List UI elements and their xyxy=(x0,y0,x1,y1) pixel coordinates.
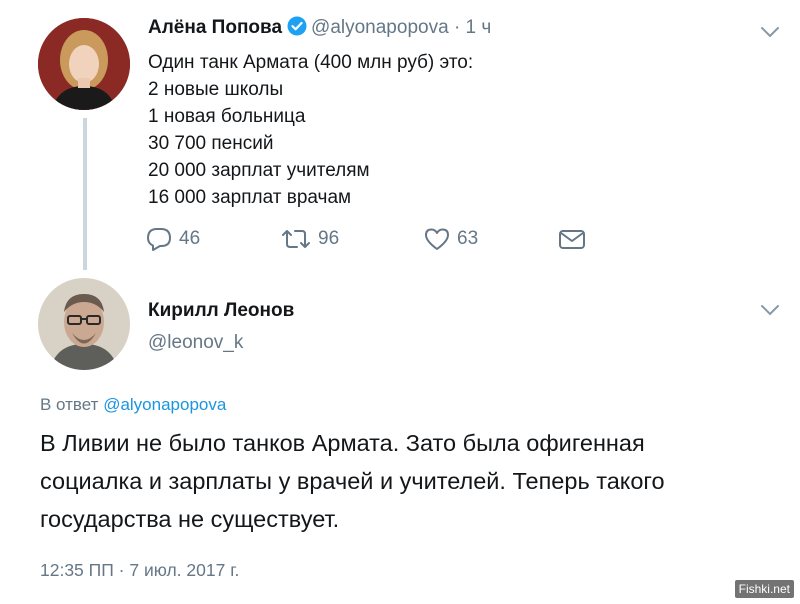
reply-author-name[interactable]: Кирилл Леонов xyxy=(148,300,294,322)
tweet-time[interactable]: · 1 ч xyxy=(454,17,491,38)
tweet-text: Один танк Армата (400 млн руб) это: 2 но… xyxy=(148,49,473,211)
avatar-image xyxy=(38,278,130,370)
reply-line: социалка и зарплаты у врачей и учителей.… xyxy=(40,468,665,494)
reply-icon xyxy=(147,228,171,251)
reply-to-link[interactable]: @alyonapopova xyxy=(103,395,226,414)
retweet-count: 96 xyxy=(318,228,340,249)
reply-author-avatar[interactable] xyxy=(38,278,130,370)
author-name[interactable]: Алёна Попова xyxy=(148,17,282,38)
chevron-down-icon[interactable] xyxy=(758,298,782,322)
reply-count: 46 xyxy=(179,228,201,249)
author-handle[interactable]: @alyonapopova xyxy=(311,17,449,38)
reply-author-handle[interactable]: @leonov_k xyxy=(148,332,294,354)
reply-timestamp[interactable]: 12:35 ПП · 7 июл. 2017 г. xyxy=(40,560,239,581)
author-avatar[interactable] xyxy=(38,18,130,110)
reply-context: В ответ @alyonapopova xyxy=(40,395,226,415)
avatar-image xyxy=(38,18,130,110)
thread-line xyxy=(83,118,87,270)
retweet-icon xyxy=(282,230,310,248)
like-count: 63 xyxy=(457,228,479,249)
dm-icon xyxy=(559,230,585,249)
like-icon xyxy=(425,228,449,250)
chevron-down-icon[interactable] xyxy=(758,20,782,44)
tweet-header: Алёна Попова @alyonapopova · 1 ч xyxy=(148,16,491,42)
reply-text: В Ливии не было танков Армата. Зато была… xyxy=(40,424,780,538)
original-tweet: Алёна Попова @alyonapopova · 1 ч Один тан… xyxy=(0,0,800,285)
reply-prefix: В ответ xyxy=(40,395,99,414)
tweet-actions: 46 96 63 xyxy=(145,225,605,253)
reply-header: Кирилл Леонов @leonov_k xyxy=(148,300,294,354)
like-button[interactable]: 63 xyxy=(423,225,478,253)
verified-icon xyxy=(287,16,307,42)
tweet-line: Один танк Армата (400 млн руб) это: xyxy=(148,52,474,73)
watermark: Fishki.net xyxy=(734,580,794,598)
tweet-line: 20 000 зарплат учителям xyxy=(148,160,370,181)
tweet-line: 30 700 пенсий xyxy=(148,133,274,154)
reply-line: государства не существует. xyxy=(40,506,340,532)
tweet-line: 16 000 зарплат врачам xyxy=(148,187,352,208)
tweet-line: 2 новые школы xyxy=(148,79,284,100)
reply-button[interactable]: 46 xyxy=(145,225,200,253)
dm-button[interactable] xyxy=(557,225,593,253)
retweet-button[interactable]: 96 xyxy=(280,225,339,253)
tweet-line: 1 новая больница xyxy=(148,106,306,127)
reply-line: В Ливии не было танков Армата. Зато была… xyxy=(40,430,645,456)
